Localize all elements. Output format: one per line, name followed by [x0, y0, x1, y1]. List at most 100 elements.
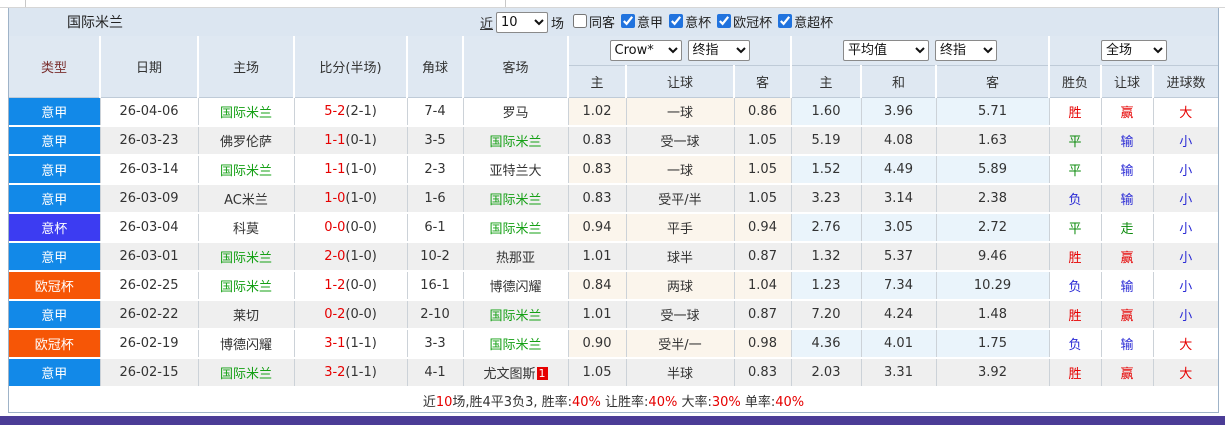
team-link[interactable]: 国际米兰 [220, 164, 272, 179]
winloss-result: 胜 [1049, 358, 1102, 388]
bookmaker-final-select[interactable]: 终指 [687, 40, 750, 61]
odds-away: 0.98 [734, 329, 792, 359]
odds-away: 1.05 [734, 126, 792, 156]
filter-checkbox[interactable] [778, 14, 793, 29]
winloss-result: 负 [1049, 184, 1102, 214]
team-link[interactable]: 国际米兰 [489, 309, 541, 324]
bottom-bar [0, 416, 1225, 425]
avg-away: 3.92 [936, 358, 1050, 388]
odds-home: 0.83 [568, 126, 627, 156]
team-link[interactable]: 国际米兰 [220, 280, 272, 295]
odds-away: 1.04 [734, 271, 792, 301]
team-link[interactable]: 尤文图斯 1 [483, 367, 548, 382]
filter-checkbox[interactable] [669, 14, 684, 29]
filter-同客[interactable]: 同客 [573, 12, 615, 31]
handicap-result: 赢 [1101, 97, 1154, 127]
handicap-result: 赢 [1101, 358, 1154, 388]
match-row: 欧冠杯 26-02-25 国际米兰 1-2(0-0) 16-1 博德闪耀 0.84 两球 1.0… [9, 271, 1219, 301]
halftime-score: (0-0) [345, 278, 377, 293]
bookmaker-select[interactable]: Crow* [609, 40, 682, 61]
filter-checkbox[interactable] [573, 14, 588, 29]
league-badge: 意甲 [9, 155, 101, 185]
odds-handicap: 平手 [626, 213, 735, 243]
fulltime-score: 5-2 [324, 104, 346, 119]
top-strip [0, 0, 1225, 8]
filter-checkbox[interactable] [717, 14, 732, 29]
filter-checkbox[interactable] [621, 14, 636, 29]
average-header-group: 平均值 终指 [791, 36, 1051, 66]
goals-result: 大 [1153, 97, 1219, 127]
summary-segment: 近 [422, 394, 436, 410]
near-link[interactable]: 近 [480, 13, 493, 32]
score-cell: 1-0(1-0) [294, 184, 408, 214]
score-cell: 1-1(0-1) [294, 126, 408, 156]
average-select[interactable]: 平均值 [843, 40, 930, 61]
avg-away: 1.63 [936, 126, 1050, 156]
filter-欧冠杯[interactable]: 欧冠杯 [717, 12, 772, 31]
away-team-cell: 国际米兰 [463, 213, 569, 243]
filter-意杯[interactable]: 意杯 [669, 12, 711, 31]
team-link[interactable]: 博德闪耀 [489, 280, 541, 295]
avg-home: 1.23 [791, 271, 862, 301]
match-row: 意甲 26-04-06 国际米兰 5-2(2-1) 7-4 罗马 1.02 一球 0.86 1.6… [9, 97, 1219, 127]
fulltime-score: 1-1 [324, 162, 346, 177]
avg-away: 2.38 [936, 184, 1050, 214]
col-header-corner: 角球 [407, 36, 464, 98]
team-link[interactable]: 热那亚 [496, 251, 535, 266]
avg-home: 5.19 [791, 126, 862, 156]
avg-draw: 4.01 [861, 329, 937, 359]
corner-cell: 3-5 [407, 126, 464, 156]
team-link[interactable]: 莱切 [233, 309, 259, 324]
score-cell: 5-2(2-1) [294, 97, 408, 127]
odds-away: 0.87 [734, 300, 792, 330]
match-count-select[interactable]: 10 [496, 11, 549, 33]
avg-away: 10.29 [936, 271, 1050, 301]
corner-cell: 10-2 [407, 242, 464, 272]
team-link[interactable]: 国际米兰 [489, 135, 541, 150]
col-header-winloss: 胜负 [1049, 65, 1103, 98]
filter-意超杯[interactable]: 意超杯 [778, 12, 833, 31]
average-final-select[interactable]: 终指 [935, 40, 998, 61]
team-link[interactable]: 国际米兰 [489, 222, 541, 237]
team-link[interactable]: 科莫 [233, 222, 259, 237]
team-link[interactable]: 国际米兰 [220, 367, 272, 382]
league-badge: 意甲 [9, 358, 101, 388]
avg-home: 2.76 [791, 213, 862, 243]
avg-home: 7.20 [791, 300, 862, 330]
summary-text: 近10场,胜4平3负3, 胜率:40% 让胜率:40% 大率:30% 单率:40… [9, 386, 1219, 412]
winloss-result: 胜 [1049, 300, 1102, 330]
odds-handicap: 受一球 [626, 126, 735, 156]
league-filters: 同客 意甲 意杯 欧冠杯 意超杯 [567, 12, 833, 33]
scope-select[interactable]: 全场 [1101, 40, 1168, 61]
filter-意甲[interactable]: 意甲 [621, 12, 663, 31]
team-link[interactable]: 佛罗伦萨 [220, 135, 272, 150]
avg-draw: 3.14 [861, 184, 937, 214]
matches-table: 类型 日期 主场 比分(半场) 角球 客场 Crow* 终指 平均值 终指 全场… [9, 36, 1219, 412]
avg-away: 1.48 [936, 300, 1050, 330]
team-link[interactable]: 国际米兰 [489, 338, 541, 353]
team-link[interactable]: 亚特兰大 [489, 164, 541, 179]
avg-draw: 4.49 [861, 155, 937, 185]
corner-cell: 16-1 [407, 271, 464, 301]
avg-away: 5.89 [936, 155, 1050, 185]
away-team-cell: 国际米兰 [463, 300, 569, 330]
avg-home: 2.03 [791, 358, 862, 388]
team-link[interactable]: AC米兰 [224, 193, 268, 208]
col-header-away: 客场 [463, 36, 569, 98]
fulltime-score: 0-2 [324, 307, 346, 322]
league-badge: 意甲 [9, 97, 101, 127]
team-link[interactable]: 国际米兰 [489, 193, 541, 208]
winloss-result: 平 [1049, 155, 1102, 185]
handicap-result: 输 [1101, 126, 1154, 156]
team-link[interactable]: 罗马 [502, 106, 528, 121]
away-team-cell: 尤文图斯 1 [463, 358, 569, 388]
team-link[interactable]: 国际米兰 [220, 251, 272, 266]
halftime-score: (1-0) [345, 249, 377, 264]
score-cell: 0-0(0-0) [294, 213, 408, 243]
team-link[interactable]: 博德闪耀 [220, 338, 272, 353]
league-badge: 意甲 [9, 242, 101, 272]
odds-away: 0.94 [734, 213, 792, 243]
match-row: 意甲 26-02-15 国际米兰 3-2(1-1) 4-1 尤文图斯 1 1.05 半球 0.83… [9, 358, 1219, 388]
match-date: 26-04-06 [100, 97, 199, 127]
team-link[interactable]: 国际米兰 [220, 106, 272, 121]
